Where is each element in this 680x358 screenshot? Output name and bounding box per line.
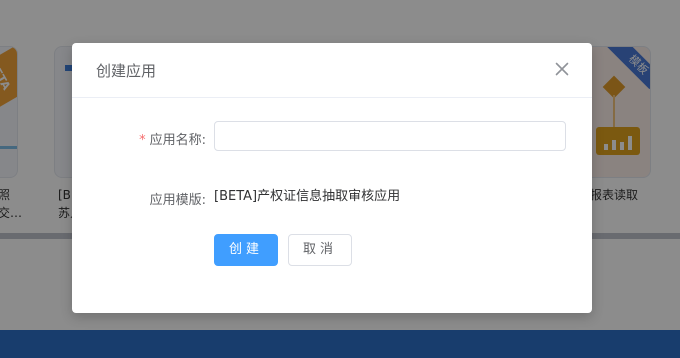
create-app-dialog: 创建应用 * 应用名称: 应用模版: [BETA]产权证信息抽取审核应用 创建 取…: [72, 43, 592, 313]
app-template-value: [BETA]产权证信息抽取审核应用: [214, 189, 401, 204]
app-name-label: * 应用名称:: [139, 129, 206, 148]
create-button[interactable]: 创建: [214, 234, 278, 266]
dialog-header: 创建应用: [72, 43, 592, 98]
required-mark: *: [139, 133, 146, 148]
app-name-input[interactable]: [214, 121, 566, 151]
close-icon[interactable]: [550, 57, 574, 81]
app-template-label: 应用模版:: [149, 193, 206, 208]
dialog-title: 创建应用: [96, 62, 157, 80]
cancel-button[interactable]: 取消: [288, 234, 352, 266]
app-name-label-text: 应用名称:: [149, 133, 206, 148]
